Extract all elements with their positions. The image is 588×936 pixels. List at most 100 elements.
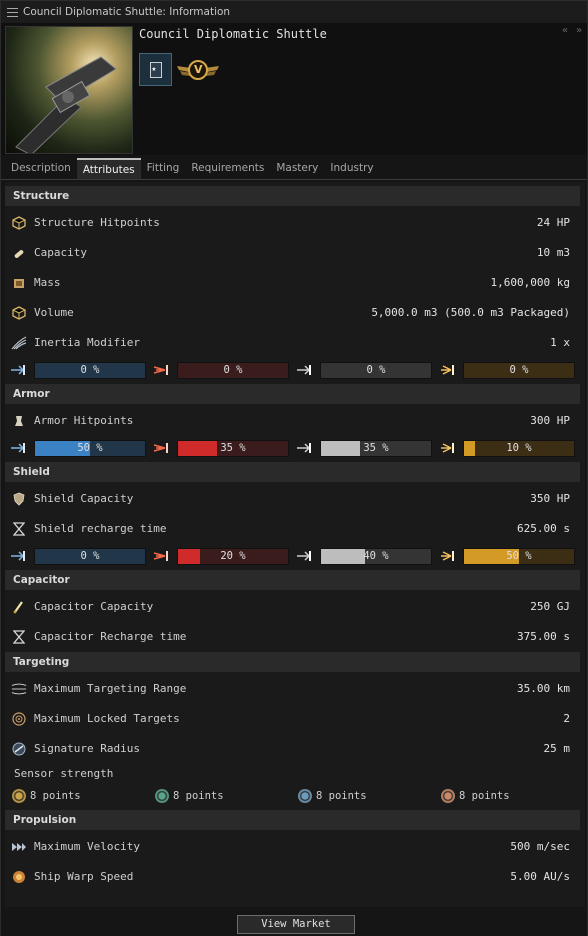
attribute-row-inertia-modifier[interactable]: Inertia Modifier 1 x — [5, 328, 580, 358]
attribute-label: Shield recharge time — [34, 522, 167, 535]
attribute-label: Structure Hitpoints — [34, 216, 160, 229]
capacity-icon — [11, 245, 27, 261]
attribute-row-maximum-targeting-range[interactable]: Maximum Targeting Range 35.00 km — [5, 674, 580, 704]
structure-hitpoints-icon — [11, 215, 27, 231]
tab-description[interactable]: Description — [5, 158, 77, 179]
tab-mastery[interactable]: Mastery — [270, 158, 324, 179]
attribute-label: Maximum Targeting Range — [34, 682, 187, 695]
attribute-label: Maximum Locked Targets — [34, 712, 180, 725]
explosive-resist-value: 10 % — [506, 442, 532, 454]
attribute-value: 350 HP — [530, 492, 570, 505]
tab-requirements[interactable]: Requirements — [185, 158, 270, 179]
ladar-sensor-icon — [155, 789, 169, 803]
attribute-row-shield-recharge-time[interactable]: Shield recharge time 625.00 s — [5, 514, 580, 544]
section-header-armor[interactable]: Armor — [5, 384, 580, 404]
attribute-row-maximum-locked-targets[interactable]: Maximum Locked Targets 2 — [5, 704, 580, 734]
sensor-strength-item[interactable]: 8 points — [155, 788, 224, 804]
attribute-row-mass[interactable]: Mass 1,600,000 kg — [5, 268, 580, 298]
thermal-resist-icon — [153, 549, 171, 563]
sensor-strength-item[interactable]: 8 points — [441, 788, 510, 804]
resistance-row-armor: 50 % 35 % 35 % 10 % — [5, 436, 580, 460]
explosive-resist-value: 0 % — [509, 364, 529, 376]
tab-fitting[interactable]: Fitting — [141, 158, 186, 179]
em-resist-icon — [10, 549, 28, 563]
attribute-row-structure-hitpoints[interactable]: Structure Hitpoints 24 HP — [5, 208, 580, 238]
show-info-book-button[interactable] — [139, 53, 172, 86]
kinetic-resist-value: 0 % — [366, 364, 386, 376]
hourglass-icon — [11, 521, 27, 537]
attribute-label: Signature Radius — [34, 742, 140, 755]
kinetic-resist-icon — [296, 363, 314, 377]
gravimetric-sensor-icon — [441, 789, 455, 803]
resist-explosive[interactable]: 0 % — [441, 362, 588, 379]
attribute-value: 300 HP — [530, 414, 570, 427]
velocity-icon — [11, 839, 27, 855]
section-header-shield[interactable]: Shield — [5, 462, 580, 482]
sensor-strength-item[interactable]: 8 points — [12, 788, 81, 804]
section-header-capacitor[interactable]: Capacitor — [5, 570, 580, 590]
section-header-structure[interactable]: Structure — [5, 186, 580, 206]
title-bar[interactable]: Council Diplomatic Shuttle: Information — [1, 1, 587, 23]
tab-attributes[interactable]: Attributes — [76, 158, 141, 179]
sensor-strength-value: 8 points — [316, 790, 367, 802]
attribute-row-capacity[interactable]: Capacity 10 m3 — [5, 238, 580, 268]
sensor-strength-value: 8 points — [459, 790, 510, 802]
sensor-strength-value: 8 points — [173, 790, 224, 802]
attribute-value: 5,000.0 m3 (500.0 m3 Packaged) — [371, 306, 570, 319]
attribute-value: 35.00 km — [517, 682, 570, 695]
resistance-row-structure: 0 % 0 % 0 % 0 % — [5, 358, 580, 382]
attribute-row-volume[interactable]: Volume 5,000.0 m3 (500.0 m3 Packaged) — [5, 298, 580, 328]
section-header-propulsion[interactable]: Propulsion — [5, 810, 580, 830]
attribute-row-capacitor-recharge-time[interactable]: Capacitor Recharge time 375.00 s — [5, 622, 580, 652]
attribute-row-signature-radius[interactable]: Signature Radius 25 m — [5, 734, 580, 764]
attribute-value: 24 HP — [536, 216, 570, 229]
attribute-label: Ship Warp Speed — [34, 870, 134, 883]
attribute-value: 250 GJ — [530, 600, 570, 613]
attribute-label: Shield Capacity — [34, 492, 134, 505]
resist-explosive[interactable]: 50 % — [441, 548, 588, 565]
thermal-resist-value: 35 % — [220, 442, 246, 454]
attribute-value: 2 — [563, 712, 570, 725]
attribute-row-armor-hitpoints[interactable]: Armor Hitpoints 300 HP — [5, 406, 580, 436]
kinetic-resist-value: 40 % — [363, 550, 389, 562]
explosive-resist-icon — [439, 363, 457, 377]
attribute-label: Volume — [34, 306, 74, 319]
radar-sensor-icon — [12, 789, 26, 803]
attribute-row-capacitor-capacity[interactable]: Capacitor Capacity 250 GJ — [5, 592, 580, 622]
view-market-details-button[interactable]: View Market Details — [237, 915, 355, 936]
em-resist-value: 0 % — [80, 550, 100, 562]
attribute-label: Armor Hitpoints — [34, 414, 134, 427]
attribute-value: 500 m/sec — [510, 840, 570, 853]
attribute-row-shield-capacity[interactable]: Shield Capacity 350 HP — [5, 484, 580, 514]
resist-explosive[interactable]: 10 % — [441, 440, 588, 457]
em-resist-icon — [10, 441, 28, 455]
window-title: Council Diplomatic Shuttle: Information — [23, 6, 231, 18]
collapse-icon[interactable]: « » — [562, 25, 583, 36]
attribute-value: 10 m3 — [536, 246, 570, 259]
explosive-resist-icon — [439, 549, 457, 563]
resistance-row-shield: 0 % 20 % 40 % 50 % — [5, 544, 580, 568]
attribute-label: Capacitor Capacity — [34, 600, 154, 613]
attributes-panel[interactable]: Structure Structure Hitpoints 24 HP Capacit… — [5, 182, 585, 907]
magnetometric-sensor-icon — [298, 789, 312, 803]
em-resist-value: 0 % — [80, 364, 100, 376]
shield-capacity-icon — [11, 491, 27, 507]
attribute-row-maximum-velocity[interactable]: Maximum Velocity 500 m/sec — [5, 832, 580, 862]
section-header-targeting[interactable]: Targeting — [5, 652, 580, 672]
menu-icon[interactable] — [7, 7, 18, 17]
tab-industry[interactable]: Industry — [324, 158, 379, 179]
attribute-value: 1,600,000 kg — [490, 276, 570, 289]
explosive-resist-icon — [439, 441, 457, 455]
thermal-resist-icon — [153, 363, 171, 377]
hourglass-icon — [11, 629, 27, 645]
em-resist-icon — [10, 363, 28, 377]
tab-bar: Description Attributes Fitting Requireme… — [1, 158, 587, 180]
sensor-strength-item[interactable]: 8 points — [298, 788, 367, 804]
attribute-row-ship-warp-speed[interactable]: Ship Warp Speed 5.00 AU/s — [5, 862, 580, 892]
attribute-value: 625.00 s — [517, 522, 570, 535]
sensor-strength-value: 8 points — [30, 790, 81, 802]
armor-hitpoints-icon — [11, 413, 27, 429]
kinetic-resist-icon — [296, 549, 314, 563]
attribute-value: 1 x — [550, 336, 570, 349]
kinetic-resist-icon — [296, 441, 314, 455]
